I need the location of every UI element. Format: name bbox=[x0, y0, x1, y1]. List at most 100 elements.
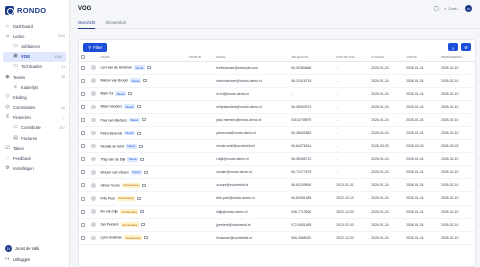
member-name[interactable]: Frits Poel bbox=[100, 196, 114, 200]
member-name[interactable]: Thijs van de Dijk bbox=[100, 157, 125, 161]
brand[interactable]: RONDO bbox=[0, 0, 69, 17]
header-avatar[interactable]: JV bbox=[465, 5, 472, 12]
row-checkbox[interactable] bbox=[81, 183, 85, 188]
member-name[interactable]: Jan Peeters bbox=[100, 223, 118, 227]
row-checkbox[interactable] bbox=[81, 144, 85, 149]
sidebar-item-teams[interactable]: ◉ Teams 98 bbox=[0, 72, 69, 82]
column-header-herinnering[interactable]: Herinnering bbox=[439, 54, 475, 62]
column-header-vi-email[interactable]: VI email bbox=[369, 54, 405, 62]
sidebar-item-taken[interactable]: ☑ Taken bbox=[0, 143, 69, 153]
table-row[interactable]: Wouter van Vissen Nieuw wouter@rondo-demo.… bbox=[79, 165, 475, 180]
table-row[interactable]: Petra Berends Nieuw pberends@rondo-demo.nl… bbox=[79, 126, 475, 141]
status-badge: Vernieuwing bbox=[120, 222, 139, 228]
member-name[interactable]: Milan Sanders bbox=[100, 105, 122, 109]
member-name[interactable]: Petra Berends bbox=[100, 131, 122, 135]
select-all-checkbox[interactable] bbox=[79, 54, 90, 62]
column-header-email[interactable]: Email bbox=[214, 54, 290, 62]
download-button[interactable]: ⤓ bbox=[448, 43, 458, 51]
column-header-telefoon[interactable]: Telefoon bbox=[289, 54, 335, 62]
sidebar-item-facturen[interactable]: ▤ Facturen bbox=[0, 133, 69, 143]
table-row[interactable]: Frits Poel Vernieuwing frits.poel@rondo-de… bbox=[79, 191, 475, 206]
member-name[interactable]: Iris van Dijk bbox=[100, 209, 118, 213]
logout-button[interactable]: ↦ Uitloggen bbox=[0, 254, 69, 265]
tab-overzicht[interactable]: Overzicht bbox=[78, 17, 96, 29]
table-row[interactable]: Iris van Dijk Vernieuwing idijk@rondo-demo… bbox=[79, 205, 475, 219]
member-name[interactable]: Paul van Mertens bbox=[100, 118, 126, 122]
mail-icon[interactable] bbox=[140, 157, 145, 161]
mail-icon[interactable] bbox=[142, 183, 147, 187]
member-name[interactable]: Renate de Smit bbox=[100, 144, 123, 148]
settings-button[interactable]: ⚙ bbox=[461, 43, 471, 51]
table-row[interactable]: Mark Tol Nieuw m.tol@rondo-demo.nl - -2026-0… bbox=[79, 87, 475, 101]
filter-button[interactable]: ⚲ Filter bbox=[83, 42, 108, 52]
member-name[interactable]: Simon Vuurs bbox=[100, 183, 119, 187]
mail-icon[interactable] bbox=[137, 196, 142, 200]
vog-date-cell: - bbox=[334, 139, 370, 154]
row-checkbox[interactable] bbox=[81, 196, 85, 201]
row-checkbox[interactable] bbox=[81, 235, 85, 240]
status-badge: Nieuw bbox=[130, 169, 142, 175]
tab-showerduit[interactable]: Showerduit bbox=[105, 17, 125, 29]
table-row[interactable]: Jan Peeters Vernieuwing jpeeters@voorbeeld… bbox=[79, 218, 475, 232]
member-name[interactable]: Marion van Broom bbox=[100, 79, 128, 83]
table-row[interactable]: Renate de Smit Nieuw renate.smit@voorbeeld… bbox=[79, 139, 475, 154]
mail-icon[interactable] bbox=[136, 131, 141, 135]
sidebar-item-instellingen[interactable]: ⚙ Instellingen bbox=[0, 164, 69, 174]
reminder-cell: 2026-02-10 bbox=[439, 191, 475, 206]
row-checkbox[interactable] bbox=[81, 91, 85, 96]
member-name[interactable]: Levi van de Huisman bbox=[100, 65, 132, 69]
column-header-knvb[interactable]: KNVB ID bbox=[186, 54, 215, 62]
sidebar-item-kleding[interactable]: ▽ Kleding bbox=[0, 92, 69, 102]
sidebar-item-contributie[interactable]: ▭ Contributie 257 bbox=[0, 123, 69, 133]
row-checkbox[interactable] bbox=[81, 209, 85, 214]
column-header-datum-vog[interactable]: Datum VOG bbox=[334, 54, 370, 62]
row-checkbox[interactable] bbox=[81, 170, 85, 175]
column-header-naam[interactable]: Naam bbox=[98, 54, 187, 62]
column-header-justis[interactable]: Justis bbox=[404, 54, 440, 62]
row-checkbox[interactable] bbox=[81, 117, 85, 122]
table-row[interactable]: Lynn Huisman Vernieuwing lhuisman@voorbeel… bbox=[79, 231, 475, 245]
table-row[interactable]: Levi van de Huisman Nieuw levihuisman@exam… bbox=[79, 61, 475, 75]
avatar bbox=[91, 143, 96, 149]
mail-icon[interactable] bbox=[142, 79, 147, 83]
sidebar-item-commissies[interactable]: ◎ Commissies 60 bbox=[0, 103, 69, 113]
table-row[interactable]: Milan Sanders Nieuw milansanders@rondo-dem… bbox=[79, 100, 475, 114]
mail-icon[interactable] bbox=[128, 92, 132, 96]
mail-icon[interactable] bbox=[144, 236, 149, 240]
row-checkbox[interactable] bbox=[81, 131, 85, 136]
sidebar-item-vog[interactable]: ▣ VOG 1234 bbox=[3, 51, 66, 62]
table-row[interactable]: Paul van Mertens Nieuw paul.mertens@rondo-… bbox=[79, 113, 475, 127]
row-checkbox[interactable] bbox=[81, 157, 85, 162]
sidebar-item-jobfaircen[interactable]: ▭ Jobfaircen bbox=[0, 41, 69, 51]
mail-icon[interactable] bbox=[143, 170, 148, 174]
mail-icon[interactable] bbox=[146, 66, 151, 70]
sidebar-item-feedback[interactable]: ◌ Feedback bbox=[0, 153, 69, 163]
user-menu[interactable]: JV Joost de Valk bbox=[0, 243, 69, 254]
row-checkbox[interactable] bbox=[81, 78, 85, 83]
mail-icon[interactable] bbox=[141, 118, 146, 122]
sidebar-item-financien[interactable]: € Financiën ⌄ bbox=[0, 113, 69, 123]
reminder-cell: 2026-02-10 bbox=[439, 61, 475, 75]
table-row[interactable]: Marion van Broom Nieuw marionbroom@rondo-d… bbox=[79, 74, 475, 88]
avatar bbox=[91, 209, 96, 214]
member-name[interactable]: Lynn Huisman bbox=[100, 236, 122, 240]
feedback-icon[interactable]: ▢ bbox=[433, 6, 439, 12]
member-name[interactable]: Mark Tol bbox=[100, 92, 113, 96]
table-row[interactable]: Simon Vuurs Vernieuwing svuurs@voorbeeld.n… bbox=[79, 178, 475, 193]
row-checkbox[interactable] bbox=[81, 104, 85, 109]
mail-icon[interactable] bbox=[138, 144, 143, 148]
search-input[interactable]: ⌕ Zoek... bbox=[444, 7, 460, 11]
member-name[interactable]: Wouter van Vissen bbox=[100, 170, 128, 174]
sidebar-item-dashboard[interactable]: ⌂ Dashboard bbox=[0, 21, 69, 31]
sidebar-item-kaderlijst[interactable]: ≡ Kaderlijst bbox=[0, 82, 69, 92]
mail-icon[interactable] bbox=[140, 210, 145, 214]
mail-icon[interactable] bbox=[136, 105, 141, 109]
avatar bbox=[91, 78, 96, 83]
row-checkbox[interactable] bbox=[81, 222, 85, 227]
mail-icon[interactable] bbox=[140, 223, 145, 227]
row-checkbox[interactable] bbox=[81, 65, 85, 70]
sidebar-item-tochtcaden[interactable]: ▭ Tochtcaden 31 bbox=[0, 62, 69, 72]
table-row[interactable]: Thijs van de Dijk Nieuw t.dijk@rondo-demo.… bbox=[79, 152, 475, 167]
sidebar-item-leden[interactable]: ☺ Leden 1234 bbox=[0, 31, 69, 41]
knvb-id bbox=[186, 205, 215, 219]
